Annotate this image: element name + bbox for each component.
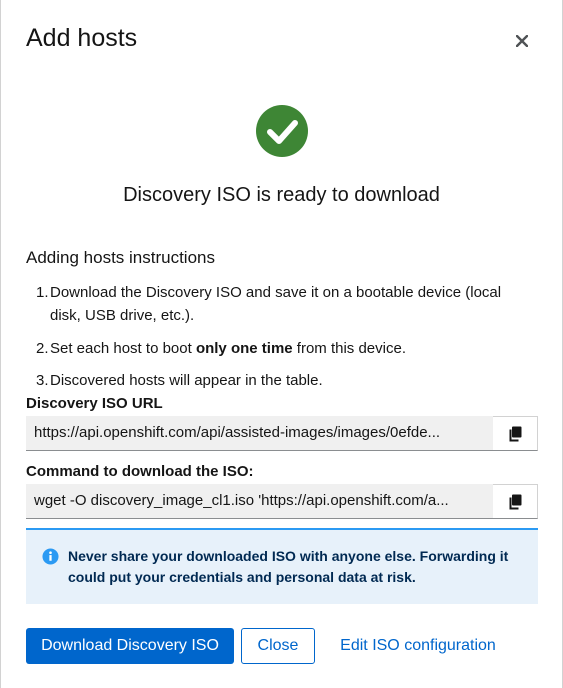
iso-url-field: https://api.openshift.com/api/assisted-i… (26, 416, 538, 451)
instruction-step-text-post: from this device. (292, 340, 406, 357)
iso-ready-heading: Discovery ISO is ready to download (123, 184, 440, 206)
instruction-step-text: Discovered hosts will appear in the tabl… (50, 372, 323, 389)
copy-iso-url-button[interactable] (493, 416, 538, 451)
copy-icon (509, 494, 522, 509)
close-button[interactable]: Close (241, 628, 315, 664)
alert-message: Never share your downloaded ISO with any… (68, 548, 509, 585)
command-field: wget -O discovery_image_cl1.iso 'https:/… (26, 484, 538, 519)
instruction-step-3: 3. Discovered hosts will appear in the t… (36, 372, 323, 389)
iso-url-input[interactable]: https://api.openshift.com/api/assisted-i… (26, 416, 493, 451)
info-circle-icon (42, 548, 59, 565)
security-alert: Never share your downloaded ISO with any… (26, 528, 538, 604)
download-iso-button[interactable]: Download Discovery ISO (26, 628, 234, 664)
command-input[interactable]: wget -O discovery_image_cl1.iso 'https:/… (26, 484, 493, 519)
instruction-step-text-pre: Set each host to boot (50, 340, 196, 357)
edit-iso-configuration-link[interactable]: Edit ISO configuration (333, 628, 503, 664)
instruction-step-2: 2. Set each host to boot only one time f… (36, 340, 406, 357)
add-hosts-modal: Add hosts Discovery ISO is ready to down… (0, 0, 563, 688)
copy-icon (509, 426, 522, 441)
instruction-step-text-bold: only one time (195, 340, 293, 357)
instructions-list: 1. Download the Discovery ISO and save i… (26, 281, 536, 392)
copy-command-button[interactable] (493, 484, 538, 519)
close-icon (516, 35, 528, 47)
modal-title: Add hosts (26, 24, 138, 52)
check-circle-icon (256, 105, 308, 157)
iso-url-label: Discovery ISO URL (26, 395, 163, 412)
close-modal-button[interactable] (511, 30, 533, 52)
instructions-heading: Adding hosts instructions (26, 248, 215, 267)
instruction-step-text: Download the Discovery ISO and save it o… (50, 284, 502, 324)
instruction-step-1: 1. Download the Discovery ISO and save i… (36, 284, 502, 324)
command-label: Command to download the ISO: (26, 463, 254, 480)
